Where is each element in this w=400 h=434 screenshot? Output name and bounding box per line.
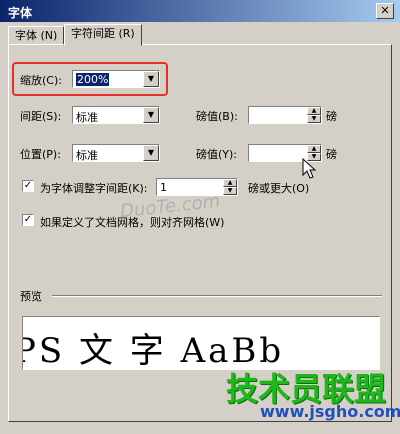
spacing-by-label: 磅值(B): — [196, 110, 238, 123]
scale-label: 缩放(C): — [20, 74, 62, 87]
preview-box: PS 文 字 AaBb — [22, 316, 380, 370]
spacing-by-stepper[interactable]: ▲ ▼ — [248, 106, 322, 124]
snap-grid-label: 如果定义了文档网格，则对齐网格(W) — [40, 216, 225, 229]
chevron-down-icon[interactable]: ▼ — [143, 71, 159, 87]
chevron-down-icon[interactable]: ▼ — [143, 107, 159, 123]
preview-sample: PS 文 字 AaBb — [22, 331, 285, 370]
spacing-label: 间距(S): — [20, 110, 62, 123]
spin-up-icon[interactable]: ▲ — [307, 145, 321, 153]
window-title: 字体 — [8, 6, 33, 20]
position-select[interactable]: 标准 ▼ — [72, 144, 160, 162]
chevron-down-icon[interactable]: ▼ — [143, 145, 159, 161]
scale-select[interactable]: 200% ▼ — [72, 70, 160, 88]
position-value: 标准 — [76, 149, 98, 162]
watermark-url: www.jsgho.com — [260, 402, 400, 421]
spin-down-icon[interactable]: ▼ — [223, 187, 237, 195]
snap-grid-checkbox[interactable]: ✓ — [22, 214, 34, 226]
scale-value: 200% — [76, 73, 110, 86]
spacing-select[interactable]: 标准 ▼ — [72, 106, 160, 124]
spacing-unit: 磅 — [326, 110, 337, 123]
tab-character-spacing-label: 字符间距 (R) — [71, 27, 135, 40]
mouse-cursor-icon — [302, 158, 316, 179]
position-label: 位置(P): — [20, 148, 61, 161]
spin-up-icon[interactable]: ▲ — [307, 107, 321, 115]
kerning-suffix: 磅或更大(O) — [248, 182, 310, 195]
close-button[interactable]: ✕ — [376, 3, 394, 19]
tab-character-spacing[interactable]: 字符间距 (R) — [64, 24, 142, 46]
position-by-label: 磅值(Y): — [196, 148, 238, 161]
spin-up-icon[interactable]: ▲ — [223, 179, 237, 187]
preview-divider — [52, 295, 382, 297]
kerning-label: 为字体调整字间距(K): — [40, 182, 148, 195]
title-bar: 字体 ✕ — [0, 0, 400, 22]
tab-font-label: 字体 (N) — [15, 29, 58, 42]
spacing-value: 标准 — [76, 111, 98, 124]
preview-label: 预览 — [20, 290, 42, 303]
spin-down-icon[interactable]: ▼ — [307, 115, 321, 123]
tab-font[interactable]: 字体 (N) — [8, 26, 65, 46]
kerning-checkbox[interactable]: ✓ — [22, 180, 34, 192]
kerning-value: 1 — [160, 181, 167, 194]
position-unit: 磅 — [326, 148, 337, 161]
